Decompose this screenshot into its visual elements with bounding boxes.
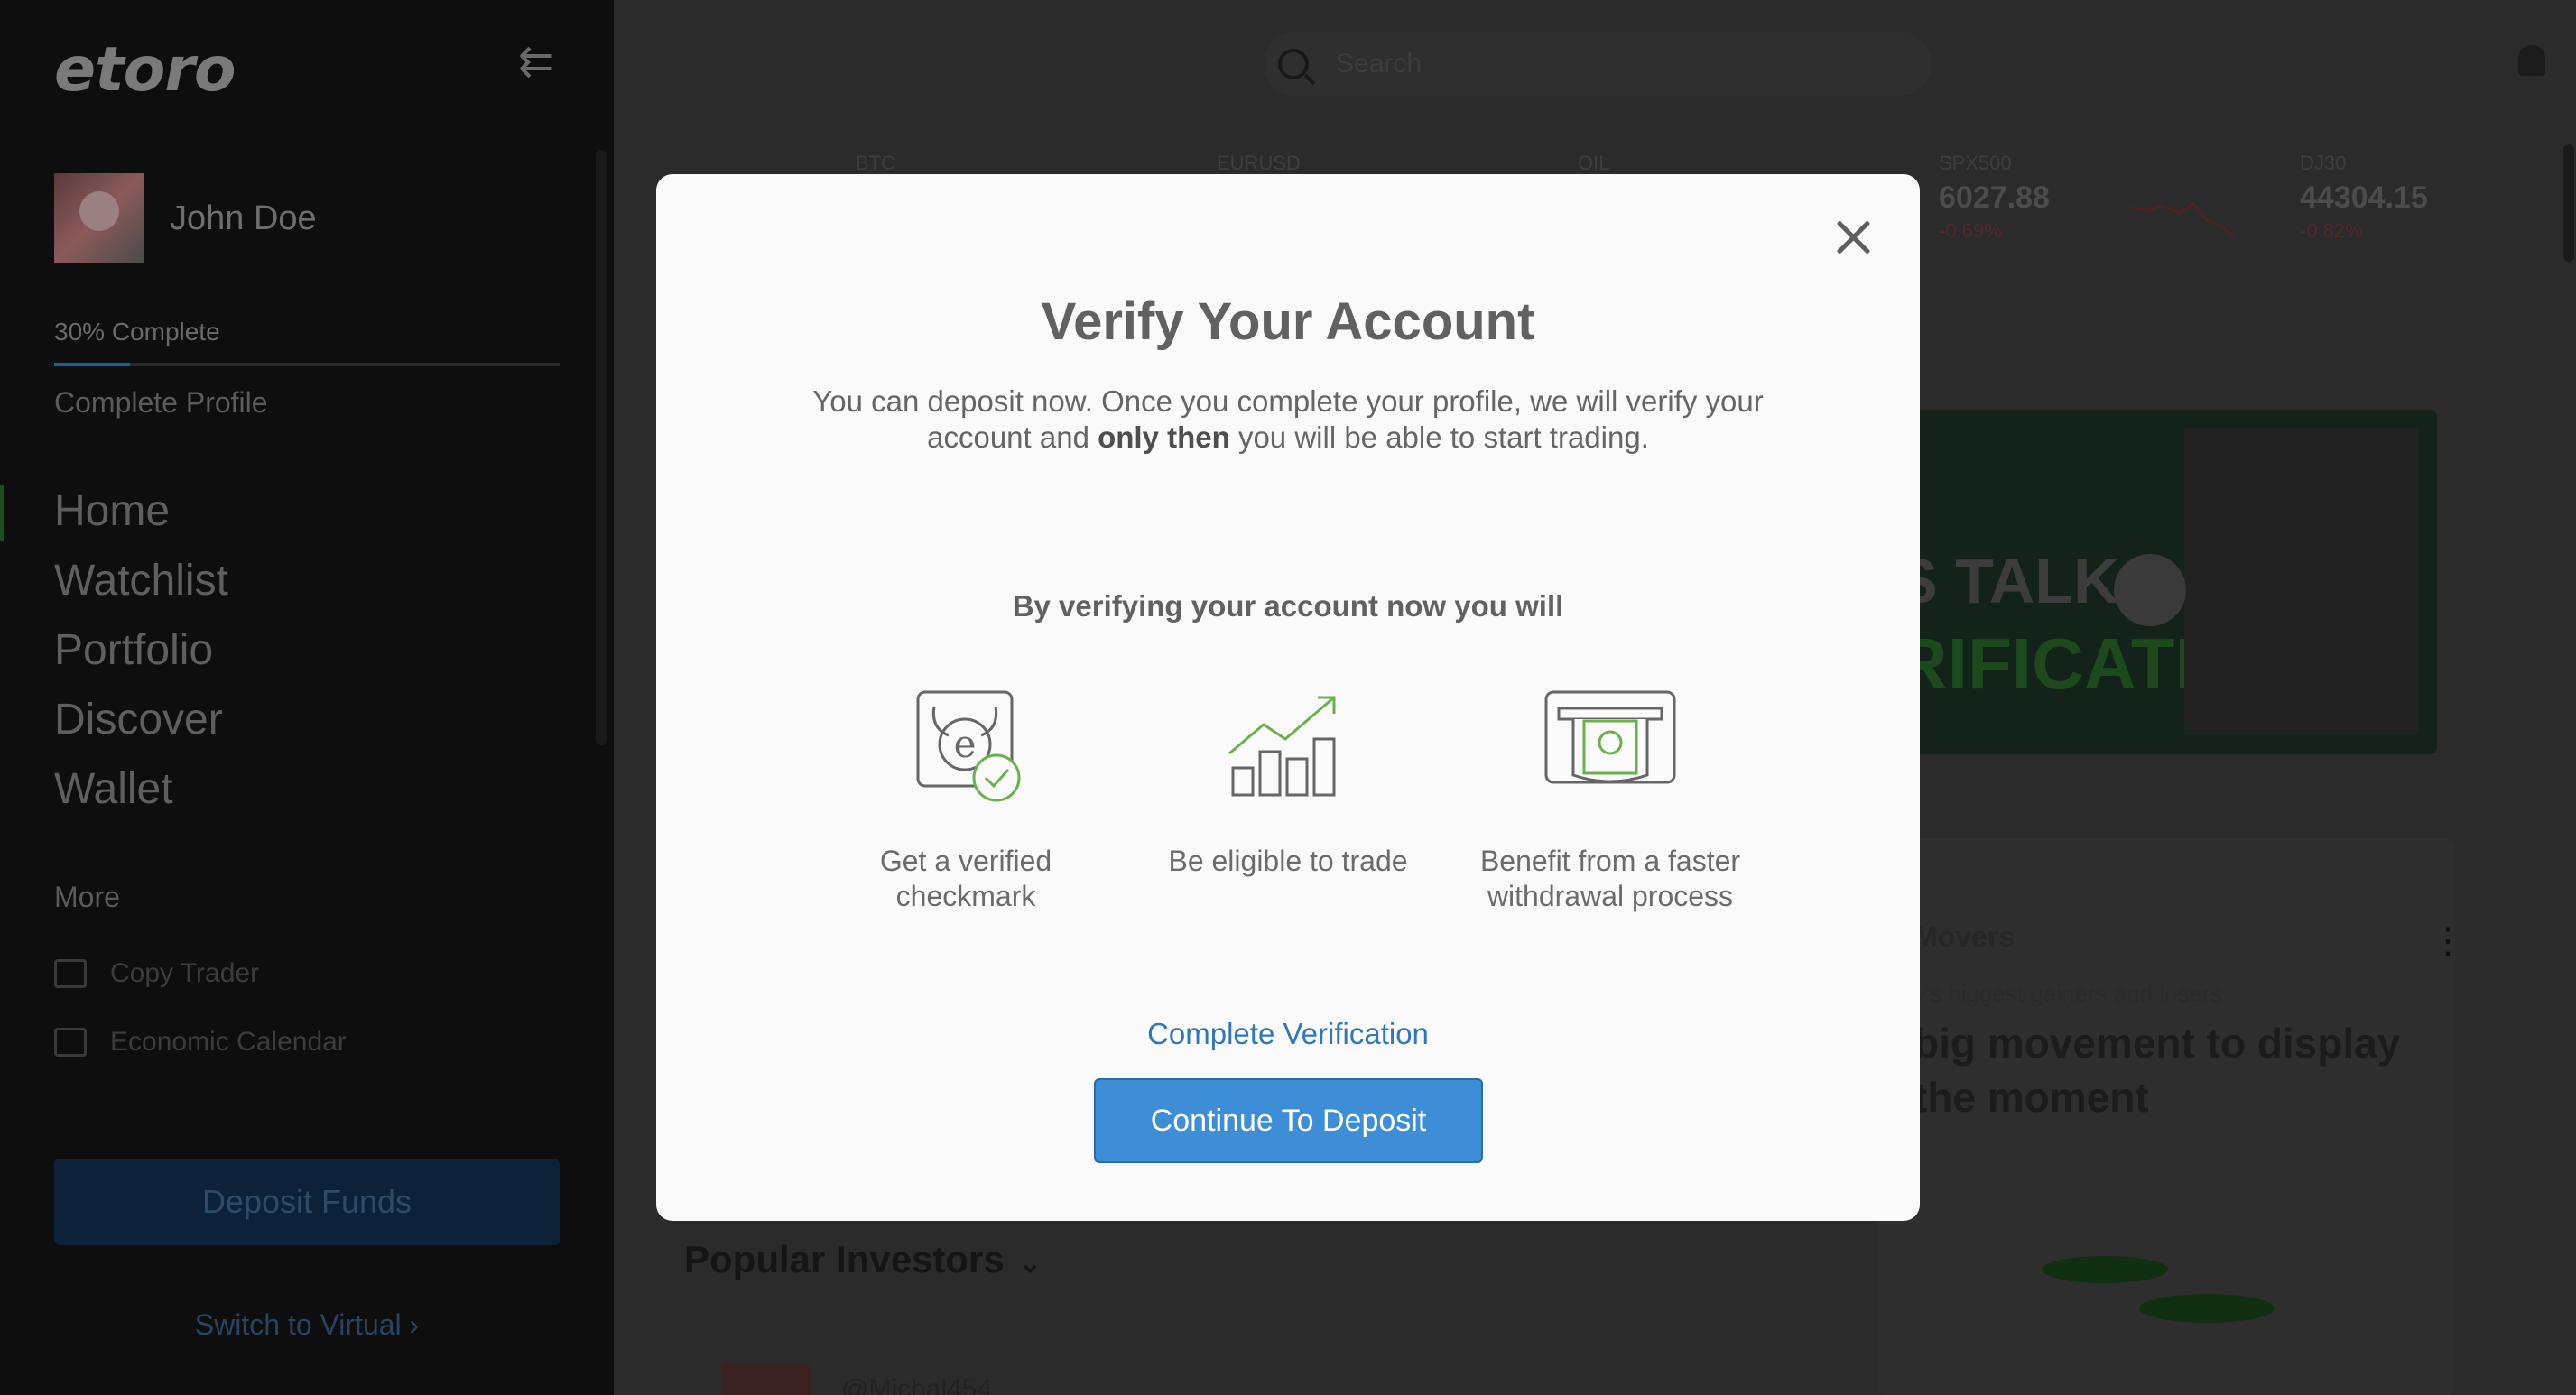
ticker-price: 44304.15 <box>2300 180 2428 215</box>
verify-account-modal: Verify Your Account You can deposit now.… <box>656 174 1920 1221</box>
ticker-eurusd[interactable]: EURUSD <box>1217 152 1301 175</box>
more-section-label: More <box>54 881 120 913</box>
movers-subtitle: y's biggest gainers and losers <box>1913 980 2222 1007</box>
ticker-symbol: DJ30 <box>2300 152 2347 174</box>
ticker-symbol: OIL <box>1578 152 1610 174</box>
nav-item-portfolio[interactable]: Portfolio <box>0 617 614 687</box>
chevron-down-icon: ⌄ <box>1018 1249 1042 1279</box>
more-item-label: Economic Calendar <box>110 1027 347 1057</box>
ticker-btc[interactable]: BTC <box>856 152 895 175</box>
svg-text:e: e <box>954 722 977 766</box>
investor-username: @Michal454 <box>841 1374 993 1395</box>
benefit-label: Get a verified checkmark <box>879 845 1052 912</box>
atm-withdrawal-icon <box>1544 690 1676 784</box>
benefit-verified: e Get a verified checkmark <box>812 688 1119 914</box>
benefit-withdrawal: Benefit from a faster withdrawal process <box>1457 688 1764 914</box>
nav-item-discover[interactable]: Discover <box>0 687 614 756</box>
empty-state-illustration <box>2139 1294 2275 1323</box>
hero-photo <box>2184 428 2419 734</box>
play-icon[interactable] <box>2114 554 2186 626</box>
popular-investors-label: Popular Investors <box>684 1238 1005 1280</box>
main-scrollbar[interactable] <box>2563 144 2574 262</box>
main-nav: Home Watchlist Portfolio Discover Wallet <box>0 478 614 826</box>
profile-progress-bar <box>54 363 560 366</box>
close-icon[interactable] <box>1831 216 1875 259</box>
ticker-oil[interactable]: OIL <box>1578 152 1609 175</box>
modal-title: Verify Your Account <box>1041 292 1535 351</box>
search-input[interactable]: Search <box>1336 49 1422 79</box>
complete-profile-link[interactable]: Complete Profile <box>54 386 268 420</box>
calendar-icon <box>54 1028 87 1057</box>
more-item-copy-trader[interactable]: Copy Trader <box>54 958 259 989</box>
benefit-trade: Be eligible to trade <box>1135 688 1441 879</box>
modal-description: You can deposit now. Once you complete y… <box>783 383 1793 456</box>
ticker-symbol: BTC <box>856 152 895 174</box>
collapse-sidebar-icon[interactable]: ⇇ <box>518 40 561 83</box>
deposit-funds-button[interactable]: Deposit Funds <box>54 1159 560 1245</box>
copy-trader-icon <box>54 959 87 988</box>
desc-part: you will be able to start trading. <box>1229 420 1649 454</box>
profile-progress-fill <box>54 363 130 366</box>
benefit-label: Be eligible to trade <box>1168 845 1408 877</box>
verified-checkmark-icon: e <box>916 690 1021 802</box>
ticker-price: 6027.88 <box>1939 180 2050 215</box>
avatar[interactable] <box>54 173 144 263</box>
verification-video-card[interactable]: S TALK RIFICATION <box>1895 410 2437 754</box>
bell-icon[interactable] <box>2518 45 2545 76</box>
user-profile[interactable]: John Doe <box>54 173 317 263</box>
popular-investors-title[interactable]: Popular Investors ⌄ <box>684 1238 1042 1281</box>
switch-to-virtual-link[interactable]: Switch to Virtual › <box>0 1308 614 1342</box>
nav-item-watchlist[interactable]: Watchlist <box>0 548 614 617</box>
more-item-economic-calendar[interactable]: Economic Calendar <box>54 1027 347 1058</box>
investor-row[interactable]: @Michal454 <box>722 1363 992 1395</box>
complete-verification-link[interactable]: Complete Verification <box>656 1017 1920 1051</box>
ticker-symbol: SPX500 <box>1939 152 2012 174</box>
more-item-label: Copy Trader <box>110 958 260 988</box>
sidebar: etoro ⇇ John Doe 30% Complete Complete P… <box>0 0 614 1395</box>
ticker-change: -0.69% <box>1939 219 2002 242</box>
sidebar-scrollbar[interactable] <box>596 150 607 745</box>
ticker-symbol: EURUSD <box>1217 152 1301 174</box>
nav-item-home[interactable]: Home <box>0 478 614 548</box>
continue-to-deposit-button[interactable]: Continue To Deposit <box>1094 1078 1483 1163</box>
growth-chart-icon <box>1228 696 1336 797</box>
user-name[interactable]: John Doe <box>170 199 317 238</box>
nav-item-wallet[interactable]: Wallet <box>0 756 614 826</box>
desc-emphasis: only then <box>1098 420 1230 454</box>
empty-state-illustration <box>2042 1256 2168 1283</box>
more-options-icon[interactable]: ⋮ <box>2430 920 2466 962</box>
ticker-spx500[interactable]: SPX500 6027.88 -0.69% <box>1939 152 2050 243</box>
benefit-label: Benefit from a faster withdrawal process <box>1479 845 1741 912</box>
hero-text-line1: S TALK <box>1895 546 2119 616</box>
benefits-heading: By verifying your account now you will <box>1012 589 1564 623</box>
ticker-dj30[interactable]: DJ30 44304.15 -0.82% <box>2300 152 2428 243</box>
spx500-sparkline <box>2130 202 2235 238</box>
ticker-change: -0.82% <box>2300 219 2363 242</box>
search-icon <box>1278 49 1309 79</box>
avatar <box>722 1363 811 1395</box>
search-bar[interactable]: Search <box>1264 32 1932 96</box>
etoro-logo[interactable]: etoro <box>54 34 236 106</box>
movers-title: Movers <box>1913 920 2015 953</box>
profile-progress-label: 30% Complete <box>54 318 220 346</box>
movers-empty-message: big movement to display the moment <box>1913 1020 2401 1121</box>
